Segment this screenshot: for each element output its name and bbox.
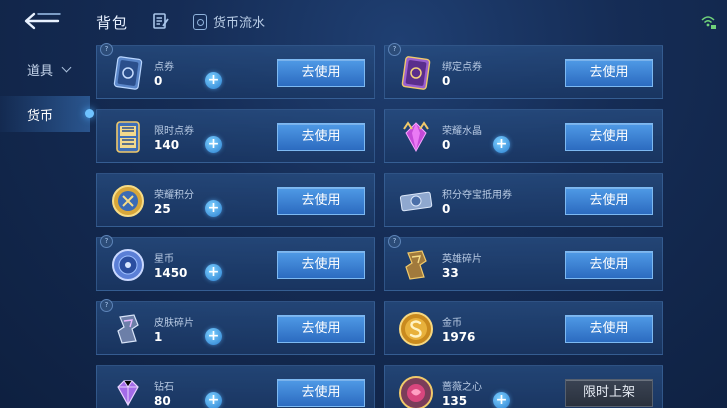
currency-card: ? 星币 1450 + 去使用: [96, 235, 375, 291]
rose-heart-icon: [399, 376, 433, 408]
currency-count: 0: [442, 138, 451, 152]
limited-ticket-icon: [116, 121, 140, 153]
currency-name: 荣耀积分: [154, 190, 194, 201]
currency-card: ? 点券 0 + 去使用: [96, 43, 375, 99]
currency-name: 星币: [154, 254, 174, 265]
skin-fragment-icon: [117, 314, 139, 344]
hero-fragment-icon: [405, 250, 427, 280]
ticket-card-icon: [113, 56, 143, 90]
currency-name: 限时点券: [154, 126, 194, 137]
currency-name: 金币: [442, 318, 462, 329]
sidebar-item-label: 货币: [27, 108, 54, 124]
wifi-icon: [701, 16, 716, 29]
currency-card: 荣耀水晶 0 + 去使用: [384, 109, 663, 163]
use-button[interactable]: 去使用: [565, 59, 653, 87]
use-button[interactable]: 去使用: [277, 379, 365, 407]
use-button[interactable]: 去使用: [565, 315, 653, 343]
sidebar-item-props[interactable]: 道具: [0, 52, 90, 86]
use-button[interactable]: 去使用: [277, 59, 365, 87]
use-button[interactable]: 去使用: [277, 251, 365, 279]
currency-name: 英雄碎片: [442, 254, 482, 265]
currency-flow-label: 货币流水: [213, 16, 266, 31]
currency-card: 钻石 80 + 去使用: [96, 365, 375, 408]
currency-card: ? 绑定点券 0 去使用: [384, 43, 663, 99]
gold-coin-icon: [399, 312, 433, 346]
currency-count: 0: [442, 74, 451, 88]
add-icon[interactable]: +: [493, 392, 510, 408]
currency-flow-link[interactable]: 货币流水: [193, 12, 265, 31]
use-button[interactable]: 去使用: [277, 123, 365, 151]
currency-name: 皮肤碎片: [154, 318, 194, 329]
currency-card: 金币 1976 去使用: [384, 301, 663, 355]
page-title: 背包: [96, 14, 129, 32]
currency-name: 荣耀水晶: [442, 126, 482, 137]
currency-card: 积分夺宝抵用券 0 去使用: [384, 173, 663, 227]
currency-card: 限时点券 140 + 去使用: [96, 109, 375, 163]
treasure-voucher-icon: [399, 191, 433, 212]
currency-count: 25: [154, 202, 171, 216]
currency-count: 135: [442, 394, 468, 408]
currency-count: 33: [442, 266, 459, 280]
diamond-icon: [117, 380, 139, 407]
sidebar-item-currency[interactable]: 货币: [0, 96, 94, 132]
use-button[interactable]: 去使用: [565, 123, 653, 151]
currency-name: 点券: [154, 62, 174, 73]
backpack-screen: 背包 货币流水 道具 货币 ? 点券 0 + 去使用 ? 绑定点券 0 去使用 …: [0, 0, 727, 408]
back-icon[interactable]: [22, 10, 64, 32]
currency-count: 0: [154, 74, 163, 88]
edit-icon[interactable]: [152, 12, 170, 30]
currency-count: 140: [154, 138, 180, 152]
currency-count: 1450: [154, 266, 188, 280]
add-icon[interactable]: +: [493, 136, 510, 153]
glory-crystal-icon: [403, 121, 429, 153]
currency-name: 积分夺宝抵用券: [442, 190, 512, 201]
currency-name: 蔷薇之心: [442, 382, 482, 393]
use-button[interactable]: 去使用: [277, 315, 365, 343]
chevron-down-icon: [61, 62, 72, 72]
currency-card: 荣耀积分 25 + 去使用: [96, 173, 375, 227]
currency-count: 0: [442, 202, 451, 216]
add-icon[interactable]: +: [205, 136, 222, 153]
currency-name: 钻石: [154, 382, 174, 393]
use-button[interactable]: 去使用: [277, 187, 365, 215]
currency-card: ? 皮肤碎片 1 + 去使用: [96, 299, 375, 355]
currency-count: 1976: [442, 330, 476, 344]
glory-points-coin-icon: [112, 185, 144, 217]
currency-name: 绑定点券: [442, 62, 482, 73]
flow-icon: [193, 13, 207, 30]
currency-card: ? 英雄碎片 33 去使用: [384, 235, 663, 291]
add-icon[interactable]: +: [205, 72, 222, 89]
sidebar-item-label: 道具: [27, 63, 54, 79]
currency-count: 1: [154, 330, 163, 344]
use-button[interactable]: 去使用: [565, 187, 653, 215]
use-button[interactable]: 去使用: [565, 251, 653, 279]
add-icon[interactable]: +: [205, 328, 222, 345]
currency-count: 80: [154, 394, 171, 408]
add-icon[interactable]: +: [205, 392, 222, 408]
active-indicator: [85, 109, 94, 118]
bound-ticket-card-icon: [401, 56, 431, 90]
star-coin-icon: [112, 249, 144, 281]
limited-listing-button[interactable]: 限时上架: [565, 379, 653, 407]
add-icon[interactable]: +: [205, 264, 222, 281]
sidebar: 道具 货币: [0, 52, 94, 132]
currency-card: 蔷薇之心 135 + 限时上架: [384, 365, 663, 408]
add-icon[interactable]: +: [205, 200, 222, 217]
